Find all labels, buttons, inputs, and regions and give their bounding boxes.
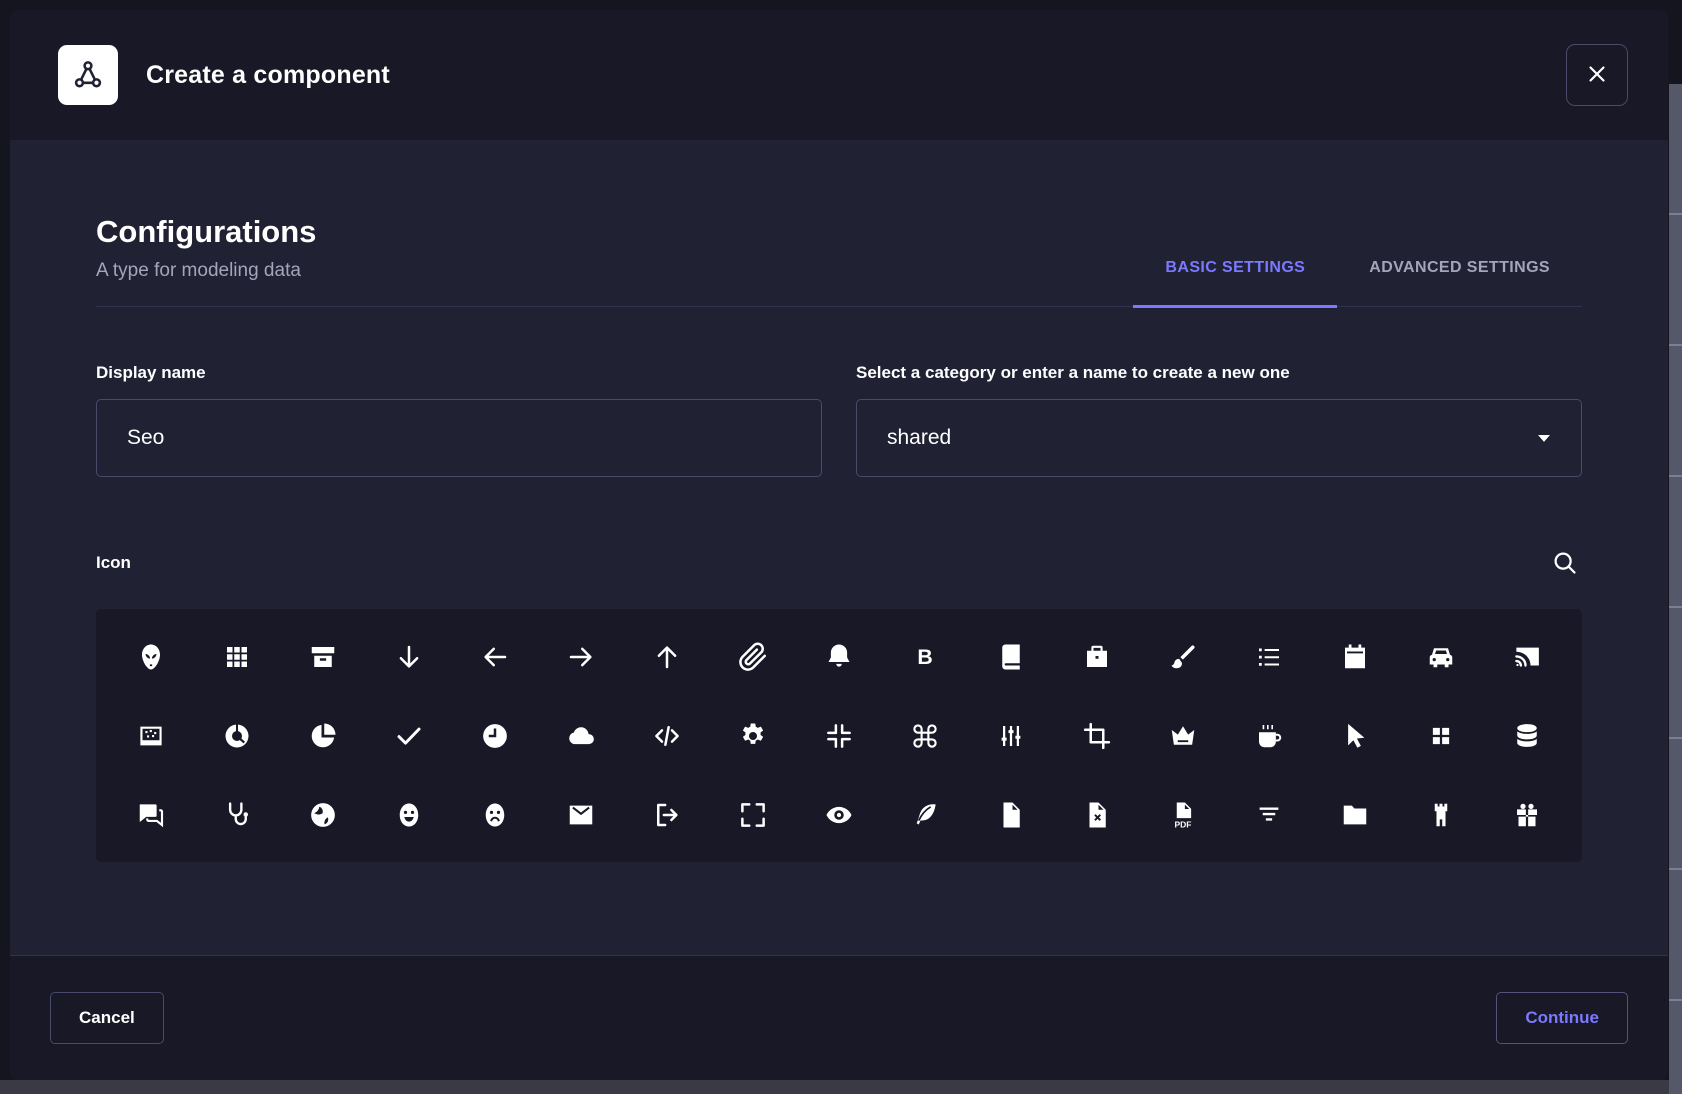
icon-file[interactable]	[968, 775, 1054, 854]
icon-grid: B PDF	[96, 609, 1582, 862]
icon-gift[interactable]	[1484, 775, 1570, 854]
icon-bold[interactable]: B	[882, 617, 968, 696]
tab-advanced-settings[interactable]: ADVANCED SETTINGS	[1337, 259, 1582, 308]
icon-cast[interactable]	[1484, 617, 1570, 696]
icon-discuss[interactable]	[108, 775, 194, 854]
icon-exit[interactable]	[624, 775, 710, 854]
icon-label: Icon	[96, 553, 131, 573]
search-icon	[1550, 548, 1582, 578]
component-icon	[58, 45, 118, 105]
icon-dashboard[interactable]	[1398, 696, 1484, 775]
icon-command[interactable]	[882, 696, 968, 775]
icon-apps[interactable]	[194, 617, 280, 696]
close-icon	[1584, 61, 1610, 90]
icon-briefcase[interactable]	[1054, 617, 1140, 696]
icon-brush[interactable]	[1140, 617, 1226, 696]
icon-folder[interactable]	[1312, 775, 1398, 854]
icon-crop[interactable]	[1054, 696, 1140, 775]
icon-emotion-happy[interactable]	[366, 775, 452, 854]
icon-cog[interactable]	[710, 696, 796, 775]
close-button[interactable]	[1566, 44, 1628, 106]
icon-cup[interactable]	[1226, 696, 1312, 775]
icon-emotion-unhappy[interactable]	[452, 775, 538, 854]
icon-gate[interactable]	[1398, 775, 1484, 854]
icon-collapse[interactable]	[796, 696, 882, 775]
icon-cursor[interactable]	[1312, 696, 1398, 775]
category-field: Select a category or enter a name to cre…	[856, 363, 1582, 477]
icon-expand[interactable]	[710, 775, 796, 854]
icon-doctor[interactable]	[194, 775, 280, 854]
icon-envelop[interactable]	[538, 775, 624, 854]
icon-filter[interactable]	[1226, 775, 1312, 854]
icon-arrow-down[interactable]	[366, 617, 452, 696]
screen: Create a component Configurations A type…	[0, 0, 1682, 1094]
search-button[interactable]	[1550, 547, 1582, 579]
chevron-down-icon	[1531, 425, 1557, 451]
icon-code[interactable]	[624, 696, 710, 775]
icon-bullet-list[interactable]	[1226, 617, 1312, 696]
icon-arrow-right[interactable]	[538, 617, 624, 696]
icon-eye[interactable]	[796, 775, 882, 854]
modal-body: Configurations A type for modeling data …	[10, 140, 1668, 955]
icon-cloud[interactable]	[538, 696, 624, 775]
page-behind	[0, 1080, 1682, 1094]
svg-text:B: B	[917, 644, 932, 668]
icon-attachment[interactable]	[710, 617, 796, 696]
tab-basic-settings[interactable]: BASIC SETTINGS	[1133, 259, 1337, 308]
icon-chart-circle[interactable]	[194, 696, 280, 775]
display-name-label: Display name	[96, 363, 822, 383]
category-label: Select a category or enter a name to cre…	[856, 363, 1582, 383]
svg-text:PDF: PDF	[1175, 819, 1192, 829]
section-title: Configurations	[96, 214, 316, 250]
settings-tabs: BASIC SETTINGSADVANCED SETTINGS	[1133, 259, 1582, 306]
create-component-modal: Create a component Configurations A type…	[10, 10, 1668, 1080]
icon-car[interactable]	[1398, 617, 1484, 696]
page-scrollbar[interactable]	[1669, 84, 1682, 1094]
icon-file-error[interactable]	[1054, 775, 1140, 854]
form-fields: Display name Select a category or enter …	[96, 363, 1582, 477]
icon-alien[interactable]	[108, 617, 194, 696]
modal-header: Create a component	[10, 10, 1668, 140]
icon-console[interactable]	[968, 696, 1054, 775]
icon-archive[interactable]	[280, 617, 366, 696]
display-name-input[interactable]	[96, 399, 822, 477]
category-value: shared	[887, 426, 951, 450]
icon-clock[interactable]	[452, 696, 538, 775]
icon-book[interactable]	[968, 617, 1054, 696]
icon-picker-head: Icon	[96, 547, 1582, 579]
icon-crown[interactable]	[1140, 696, 1226, 775]
display-name-field: Display name	[96, 363, 822, 477]
icon-bell[interactable]	[796, 617, 882, 696]
icon-arrow-up[interactable]	[624, 617, 710, 696]
icon-chart-pie[interactable]	[280, 696, 366, 775]
icon-earth[interactable]	[280, 775, 366, 854]
section-head: Configurations A type for modeling data …	[96, 214, 1582, 307]
modal-title: Create a component	[146, 61, 390, 90]
icon-calendar[interactable]	[1312, 617, 1398, 696]
icon-database[interactable]	[1484, 696, 1570, 775]
section-subtitle: A type for modeling data	[96, 260, 316, 282]
icon-file-pdf[interactable]: PDF	[1140, 775, 1226, 854]
cancel-button[interactable]: Cancel	[50, 992, 164, 1044]
continue-button[interactable]: Continue	[1496, 992, 1628, 1044]
icon-check[interactable]	[366, 696, 452, 775]
category-select[interactable]: shared	[856, 399, 1582, 477]
modal-footer: Cancel Continue	[10, 955, 1668, 1080]
icon-feather[interactable]	[882, 775, 968, 854]
icon-chart-bubble[interactable]	[108, 696, 194, 775]
icon-arrow-left[interactable]	[452, 617, 538, 696]
